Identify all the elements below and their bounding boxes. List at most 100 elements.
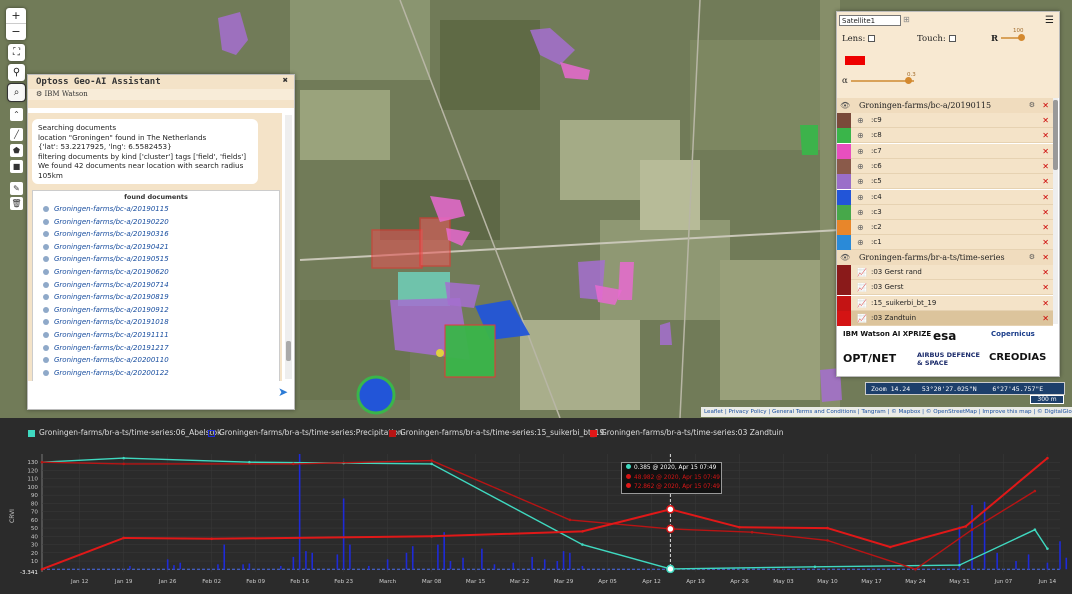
layer-row[interactable]: 📈:03 Gerst ✕: [837, 280, 1053, 296]
menu-icon[interactable]: ☰: [1045, 15, 1054, 26]
layer-row[interactable]: ⊕:c7 ✕: [837, 143, 1053, 159]
delete-icon[interactable]: ✕: [1042, 174, 1049, 189]
layer-color-swatch[interactable]: [837, 295, 851, 311]
delete-icon[interactable]: ✕: [1042, 98, 1049, 113]
layer-row[interactable]: ⊕:c6 ✕: [837, 158, 1053, 174]
lens-checkbox[interactable]: [868, 35, 876, 42]
collapse-icon[interactable]: ⌃: [10, 108, 23, 121]
document-link[interactable]: Groningen-farms/bc-a/20190714: [43, 279, 279, 292]
layers-icon[interactable]: ⊞: [903, 15, 910, 24]
layer-row[interactable]: ⊕:c2 ✕: [837, 220, 1053, 236]
delete-icon[interactable]: ✕: [1042, 280, 1049, 295]
layer-group-time-series[interactable]: 👁 Groningen-farms/br-a-ts/time-series ⚙ …: [837, 250, 1053, 265]
locate-icon[interactable]: ⊕: [857, 128, 864, 143]
delete-icon[interactable]: ✕: [1042, 296, 1049, 311]
layer-color-swatch[interactable]: [837, 143, 851, 159]
locate-icon[interactable]: ⊕: [857, 220, 864, 235]
draw-rectangle-icon[interactable]: ■: [10, 160, 23, 173]
layer-color-swatch[interactable]: [837, 310, 851, 326]
chart-canvas[interactable]: -3.341 10 20 30 40 50 60 70 80 90 100 110 120 130 CRVI…: [0, 418, 1072, 594]
layer-row[interactable]: ⊕:c9 ✕: [837, 113, 1053, 128]
chart-icon[interactable]: 📈: [857, 280, 867, 295]
layer-row[interactable]: 📈:15_suikerbi_bt_19 ✕: [837, 295, 1053, 311]
draw-line-icon[interactable]: ╱: [10, 128, 23, 141]
locate-icon[interactable]: ⊕: [857, 205, 864, 220]
layer-color-swatch[interactable]: [837, 128, 851, 144]
document-link[interactable]: Groningen-farms/bc-a/20191018: [43, 316, 279, 329]
layer-row[interactable]: ⊕:c1 ✕: [837, 235, 1053, 251]
delete-icon[interactable]: ✕: [1042, 190, 1049, 205]
layer-row[interactable]: ⊕:c5 ✕: [837, 174, 1053, 190]
document-link[interactable]: Groningen-farms/bc-a/20200110: [43, 354, 279, 367]
layer-color-swatch[interactable]: [837, 204, 851, 220]
layer-color-swatch[interactable]: [837, 265, 851, 280]
time-series-chart[interactable]: Groningen-farms/br-a-ts/time-series:06_A…: [0, 418, 1072, 594]
document-link[interactable]: Groningen-farms/bc-a/20190515: [43, 253, 279, 266]
document-link[interactable]: Groningen-farms/bc-a/20200122: [43, 367, 279, 380]
layer-color-swatch[interactable]: [837, 113, 851, 128]
delete-icon[interactable]: ✕: [1042, 311, 1049, 326]
color-swatch[interactable]: [845, 56, 865, 65]
delete-icon[interactable]: ✕: [1042, 220, 1049, 235]
settings-icon[interactable]: ⚙: [1029, 98, 1035, 113]
layer-color-swatch[interactable]: [837, 220, 851, 236]
edit-icon[interactable]: ✎: [10, 182, 23, 195]
locate-icon[interactable]: ⊕: [857, 190, 864, 205]
layer-row[interactable]: ⊕:c4 ✕: [837, 189, 1053, 205]
document-link[interactable]: Groningen-farms/bc-a/20190912: [43, 304, 279, 317]
scroll-thumb[interactable]: [286, 341, 291, 361]
delete-icon[interactable]: ✕: [1042, 159, 1049, 174]
locate-icon[interactable]: ⊕: [857, 235, 864, 250]
delete-icon[interactable]: ✕: [1042, 250, 1049, 265]
send-icon[interactable]: ➤: [278, 385, 288, 399]
trash-icon[interactable]: 🗑: [10, 197, 23, 210]
alpha-slider-knob[interactable]: [904, 77, 912, 84]
layer-group-bc-a[interactable]: 👁 Groningen-farms/bc-a/20190115 ⚙ ✕: [837, 98, 1053, 113]
layer-color-swatch[interactable]: [837, 174, 851, 190]
delete-icon[interactable]: ✕: [1042, 235, 1049, 250]
document-link[interactable]: Groningen-farms/bc-a/20190316: [43, 228, 279, 241]
layer-row[interactable]: 📈:03 Gerst rand ✕: [837, 265, 1053, 280]
r-slider-knob[interactable]: [1018, 34, 1025, 41]
locate-icon[interactable]: ⊕: [857, 159, 864, 174]
layer-scrollbar[interactable]: [1053, 98, 1058, 324]
chart-icon[interactable]: 📈: [857, 296, 867, 311]
layer-color-swatch[interactable]: [837, 189, 851, 205]
layer-color-swatch[interactable]: [837, 280, 851, 296]
layer-row[interactable]: ⊕:c3 ✕: [837, 204, 1053, 220]
fullscreen-icon[interactable]: ⛶: [8, 44, 25, 61]
document-link[interactable]: Groningen-farms/bc-a/20190421: [43, 241, 279, 254]
close-icon[interactable]: ✖: [283, 76, 288, 86]
locate-icon[interactable]: ⊕: [857, 113, 864, 128]
zoom-out-button[interactable]: −: [6, 24, 26, 40]
scroll-thumb[interactable]: [1053, 100, 1058, 170]
delete-icon[interactable]: ✕: [1042, 205, 1049, 220]
document-link[interactable]: Groningen-farms/bc-a/20190620: [43, 266, 279, 279]
chart-icon[interactable]: 📈: [857, 311, 867, 326]
map-view[interactable]: + − ⛶ ⚲ ⌕ ⌃ ╱ ⬟ ■ ✎ 🗑 Optoss Geo-AI Assi…: [0, 0, 1072, 418]
settings-icon[interactable]: ⚙: [1029, 250, 1035, 265]
assistant-scrollbar[interactable]: [285, 115, 292, 379]
delete-icon[interactable]: ✕: [1042, 128, 1049, 143]
layer-color-swatch[interactable]: [837, 158, 851, 174]
zoom-in-button[interactable]: +: [6, 8, 26, 24]
touch-checkbox[interactable]: [948, 35, 956, 42]
chart-icon[interactable]: 📈: [857, 265, 867, 280]
layer-row[interactable]: ⊕:c8 ✕: [837, 128, 1053, 144]
document-link[interactable]: Groningen-farms/bc-a/20191111: [43, 329, 279, 342]
document-link[interactable]: Groningen-farms/bc-a/20190115: [43, 203, 279, 216]
document-link[interactable]: Groningen-farms/bc-a/20200203: [43, 379, 279, 381]
search-zoom-icon[interactable]: ⌕: [7, 83, 26, 102]
delete-icon[interactable]: ✕: [1042, 265, 1049, 280]
layer-row[interactable]: 📈:03 Zandtuin ✕: [837, 310, 1053, 326]
delete-icon[interactable]: ✕: [1042, 113, 1049, 128]
locate-icon[interactable]: ⊕: [857, 174, 864, 189]
locate-icon[interactable]: ⊕: [857, 144, 864, 159]
document-link[interactable]: Groningen-farms/bc-a/20190220: [43, 216, 279, 229]
layer-color-swatch[interactable]: [837, 235, 851, 251]
locate-pin-icon[interactable]: ⚲: [8, 64, 25, 81]
document-link[interactable]: Groningen-farms/bc-a/20190819: [43, 291, 279, 304]
visibility-eye-icon[interactable]: 👁: [840, 98, 850, 113]
visibility-eye-icon[interactable]: 👁: [840, 250, 850, 265]
delete-icon[interactable]: ✕: [1042, 144, 1049, 159]
